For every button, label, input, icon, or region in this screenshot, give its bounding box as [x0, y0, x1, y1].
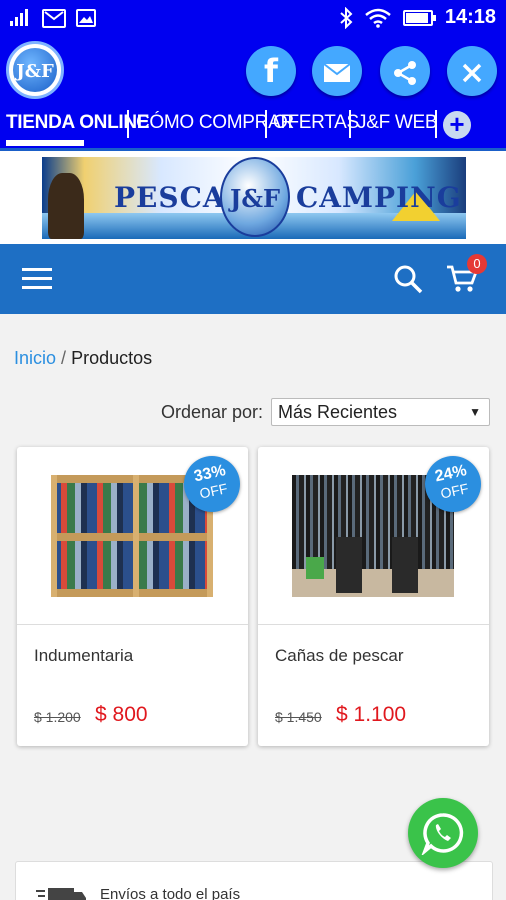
truck-icon: [36, 888, 86, 900]
battery-icon: [402, 9, 436, 26]
tab-divider: [435, 110, 437, 138]
clock: 14:18: [444, 6, 496, 28]
shipping-info-card: Envíos a todo el país: [15, 861, 493, 900]
facebook-icon: f: [264, 52, 278, 90]
product-price: $ 1.100: [336, 703, 407, 726]
plus-icon: +: [449, 109, 465, 139]
tab-como-comprar[interactable]: CÓMO COMPRAR: [136, 112, 294, 134]
active-tab-indicator: [6, 140, 84, 146]
share-icon: [394, 60, 416, 85]
logo-text: J&F: [13, 48, 57, 92]
sort-select[interactable]: Más Recientes ▼: [271, 398, 490, 426]
whatsapp-button[interactable]: [408, 798, 478, 868]
close-icon: [462, 63, 482, 82]
email-button[interactable]: [312, 46, 362, 96]
breadcrumb-home-link[interactable]: Inicio: [14, 348, 56, 368]
banner-logo: J&F: [220, 157, 290, 237]
store-toolbar: 0: [0, 244, 506, 314]
tab-divider: [349, 110, 351, 138]
bluetooth-icon: [340, 6, 353, 29]
tab-ofertas[interactable]: OFERTAS: [273, 112, 359, 134]
whatsapp-icon: [421, 813, 464, 855]
tab-divider: [265, 110, 267, 138]
product-old-price: $ 1.450: [275, 709, 322, 725]
status-bar: 14:18: [0, 0, 506, 36]
dropdown-arrow-icon: ▼: [469, 405, 481, 419]
breadcrumb: Inicio / Productos: [14, 348, 152, 369]
cart-count-badge: 0: [467, 254, 487, 274]
image-notification-icon: [76, 9, 96, 27]
product-media: 24% OFF: [258, 447, 489, 625]
wifi-icon: [365, 8, 391, 28]
breadcrumb-current: Productos: [71, 348, 153, 368]
product-title[interactable]: Cañas de pescar: [275, 646, 404, 666]
app-logo[interactable]: J&F: [6, 41, 64, 99]
breadcrumb-separator: /: [61, 348, 67, 368]
facebook-button[interactable]: f: [246, 46, 296, 96]
mail-notification-icon: [42, 8, 66, 28]
product-card[interactable]: 24% OFF Cañas de pescar $ 1.450 $ 1.100: [258, 447, 489, 746]
sort-selected-value: Más Recientes: [278, 402, 398, 422]
banner-text-camping: CAMPING: [296, 181, 462, 214]
share-button[interactable]: [380, 46, 430, 96]
product-media: 33% OFF: [17, 447, 248, 625]
menu-icon[interactable]: [22, 268, 52, 290]
tab-jf-web[interactable]: J&F WEB: [357, 112, 438, 134]
sort-label: Ordenar por:: [161, 402, 264, 422]
product-card[interactable]: 33% OFF Indumentaria $ 1.200 $ 800: [17, 447, 248, 746]
store-banner[interactable]: PESCA J&F CAMPING: [42, 157, 466, 239]
shipping-text: Envíos a todo el país: [100, 886, 241, 900]
tab-divider: [127, 110, 129, 138]
search-icon[interactable]: [393, 264, 423, 294]
close-button[interactable]: [447, 46, 497, 96]
product-old-price: $ 1.200: [34, 709, 81, 725]
banner-text-pesca: PESCA: [114, 181, 226, 214]
banner-fisherman: [48, 173, 84, 239]
app-header: J&F f: [0, 36, 506, 104]
signal-icon: [10, 8, 32, 28]
product-price: $ 800: [95, 703, 148, 726]
email-icon: [323, 62, 351, 82]
nav-tabs: TIENDA ONLINE CÓMO COMPRAR OFERTAS J&F W…: [0, 104, 506, 148]
banner-section: PESCA J&F CAMPING: [0, 148, 506, 244]
product-title[interactable]: Indumentaria: [34, 646, 133, 666]
more-tabs-button[interactable]: +: [443, 111, 471, 139]
